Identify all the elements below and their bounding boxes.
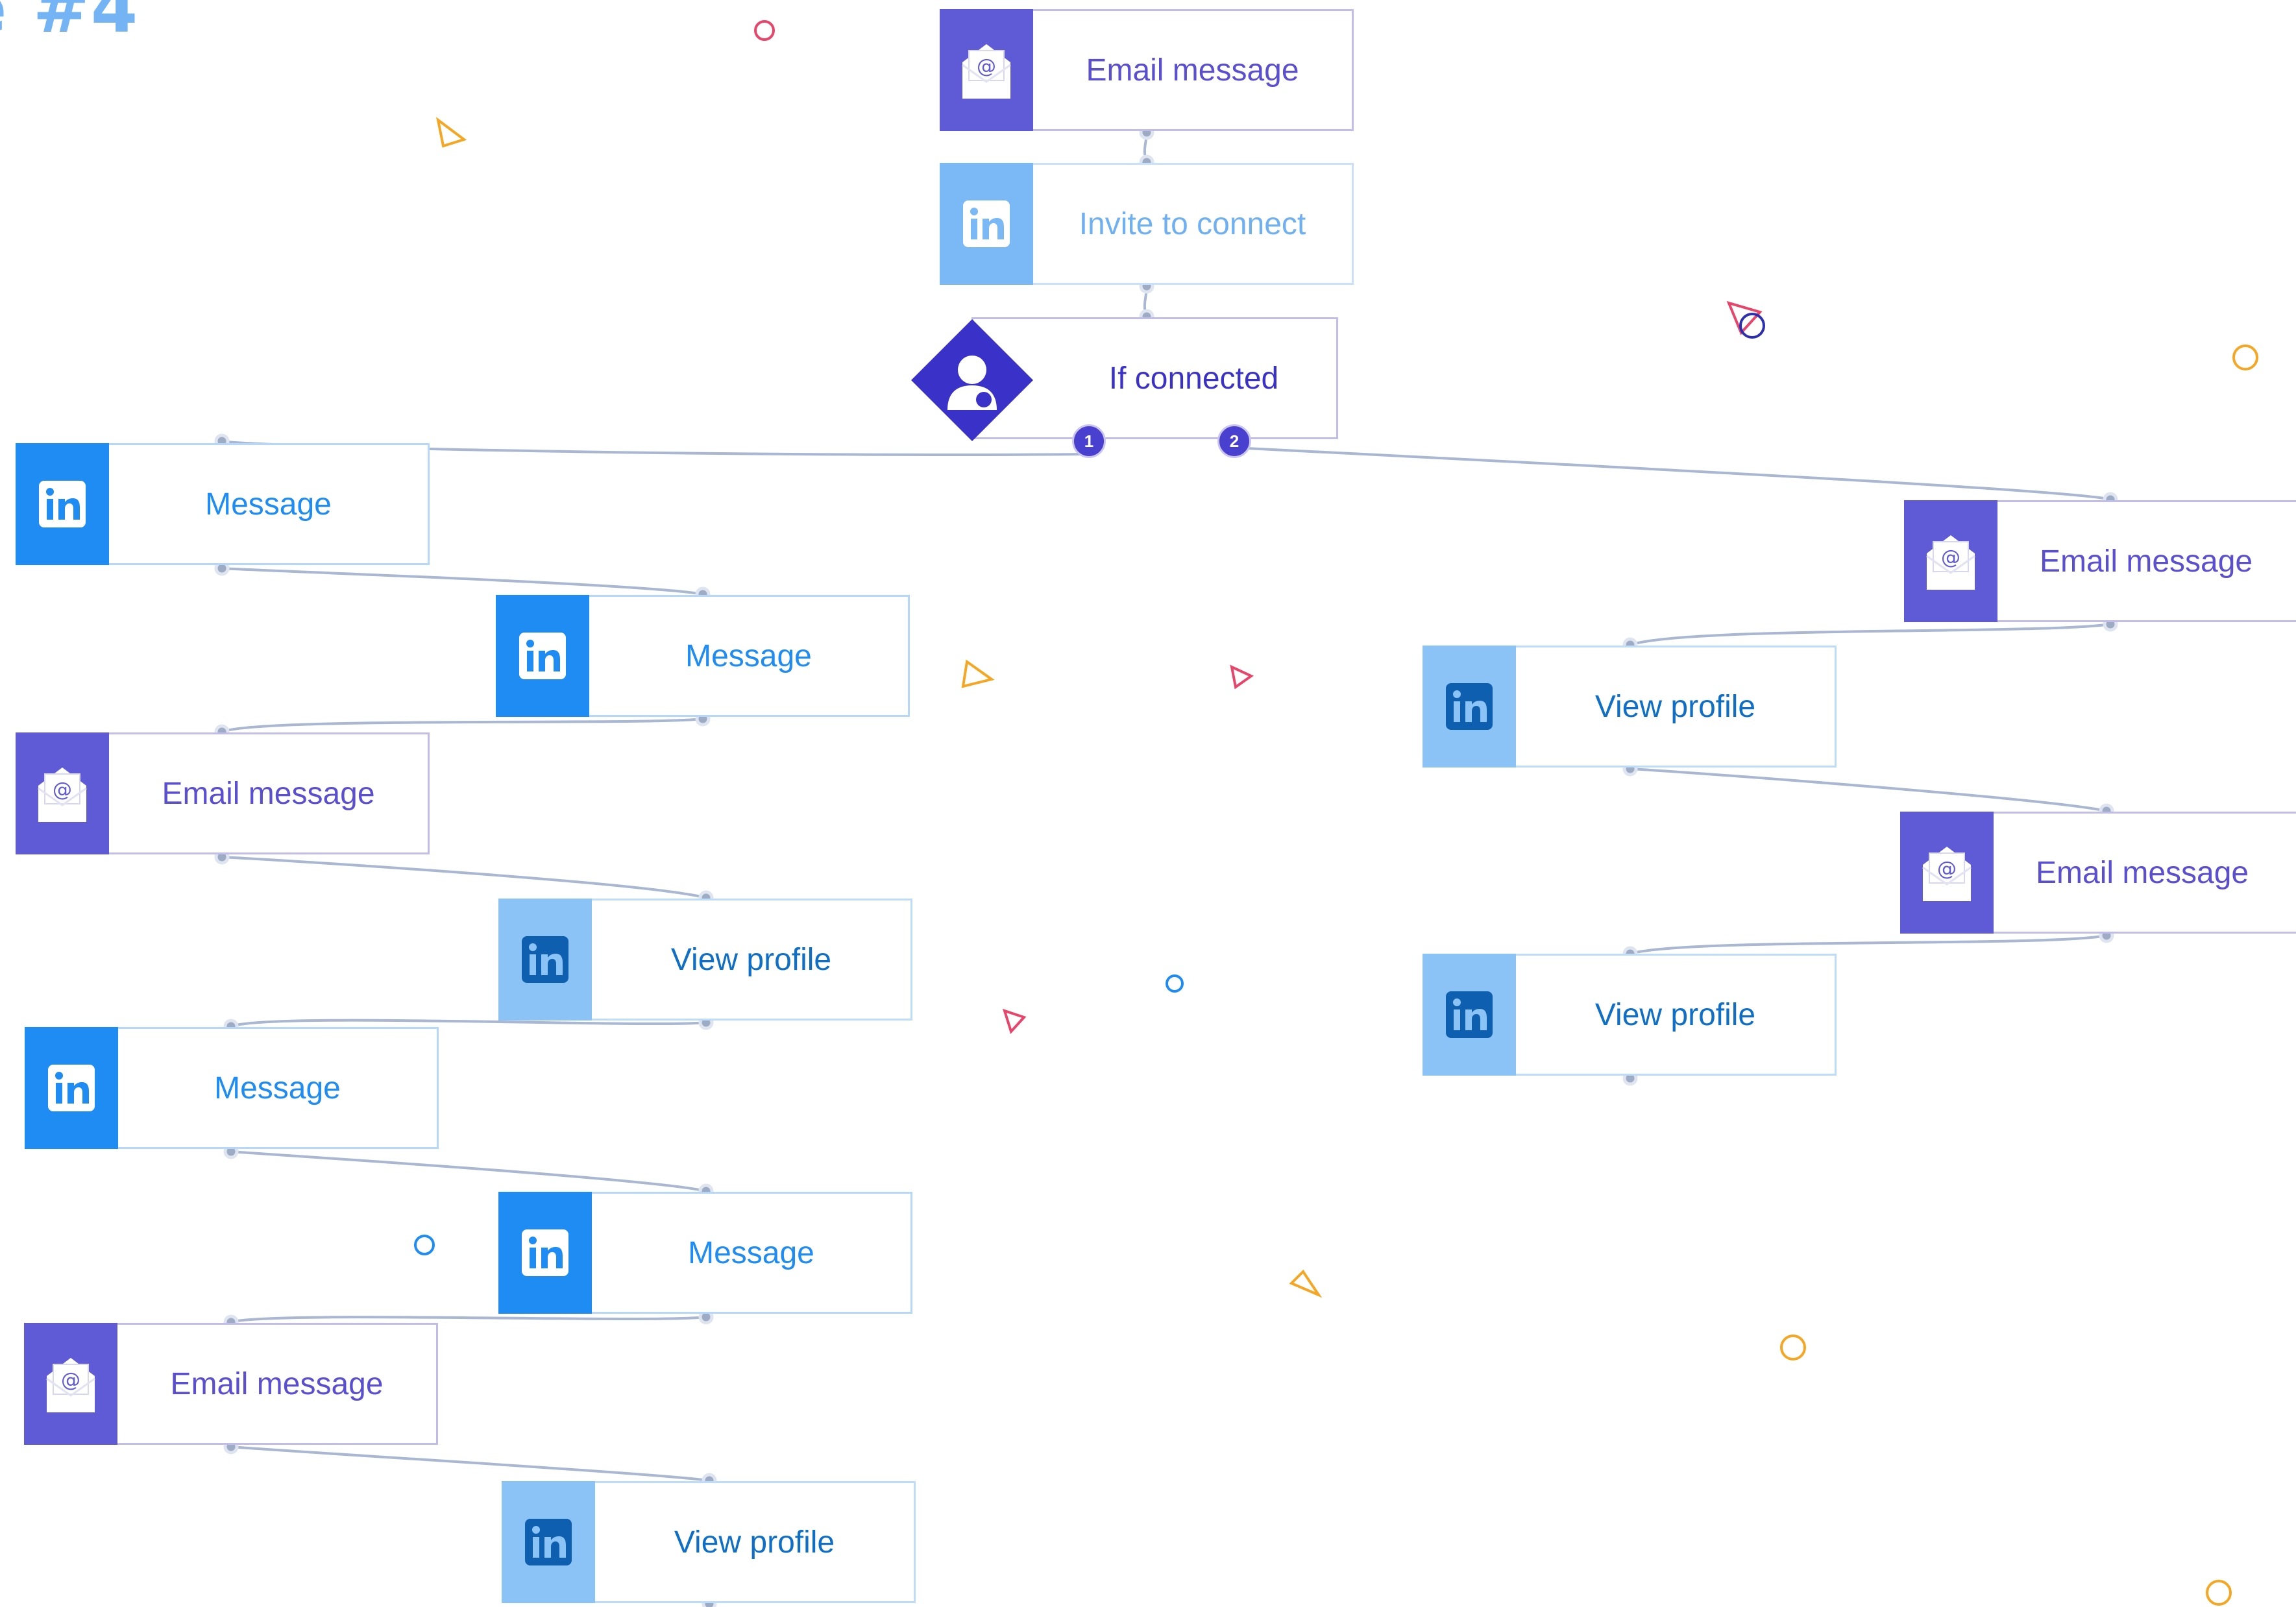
email-icon: @ — [24, 1323, 117, 1445]
node-message[interactable]: Message — [496, 595, 910, 717]
branch-badge-1[interactable]: 1 — [1072, 424, 1106, 458]
node-message[interactable]: Message — [25, 1027, 439, 1149]
connector-line — [1630, 767, 2107, 812]
node-label: Email message — [170, 1366, 384, 1401]
linkedin-icon — [498, 1192, 592, 1314]
node-email-message[interactable]: @ Email message — [1904, 500, 2296, 622]
linkedin-icon — [498, 899, 592, 1021]
node-label: View profile — [1594, 997, 1756, 1032]
linkedin-icon — [25, 1027, 118, 1149]
connector-line — [221, 856, 707, 899]
email-icon: @ — [16, 732, 109, 854]
linkedin-icon — [496, 595, 589, 717]
svg-text:@: @ — [1937, 858, 1957, 880]
email-icon: @ — [1904, 500, 1997, 622]
branch-badge-2[interactable]: 2 — [1217, 424, 1251, 458]
connector-line — [230, 1019, 707, 1028]
linkedin-icon — [1423, 954, 1516, 1076]
node-label: Email message — [2036, 855, 2249, 890]
node-view-profile[interactable]: View profile — [498, 899, 912, 1021]
node-message[interactable]: Message — [16, 443, 430, 565]
node-if-connected[interactable]: If connected 1 2 — [911, 317, 1338, 458]
node-label: View profile — [1594, 689, 1756, 724]
node-label: View profile — [674, 1525, 835, 1560]
svg-text:@: @ — [53, 779, 72, 801]
condition-diamond — [911, 319, 1033, 441]
node-view-profile[interactable]: View profile — [502, 1481, 916, 1603]
node-label: If connected — [1108, 361, 1279, 396]
node-label: Email message — [2040, 544, 2253, 579]
node-label: Email message — [162, 776, 375, 811]
email-icon: @ — [1900, 812, 1994, 934]
linkedin-icon — [502, 1481, 595, 1603]
connector-line — [1630, 934, 2107, 955]
connector-line — [1630, 623, 2111, 646]
node-message[interactable]: Message — [498, 1192, 912, 1314]
svg-text:@: @ — [61, 1369, 80, 1392]
node-label: Email message — [1086, 53, 1299, 88]
node-label: Message — [688, 1235, 814, 1270]
node-label: Message — [205, 487, 332, 522]
node-label: Message — [685, 638, 812, 673]
node-email-message[interactable]: @ Email message — [1900, 812, 2296, 934]
node-invite-to-connect[interactable]: Invite to connect — [940, 163, 1354, 285]
connector-line — [221, 718, 703, 733]
connector-line — [221, 567, 703, 596]
linkedin-icon — [940, 163, 1033, 285]
linkedin-icon — [16, 443, 109, 565]
node-label: Message — [214, 1070, 341, 1106]
connector-line — [230, 1445, 710, 1482]
node-label: View profile — [670, 942, 832, 977]
node-email-message[interactable]: @ Email message — [24, 1323, 438, 1445]
node-email-message[interactable]: @ Email message — [940, 9, 1354, 131]
svg-text:@: @ — [1941, 546, 1960, 569]
svg-text:@: @ — [977, 55, 996, 78]
connector-line — [1234, 446, 2111, 501]
email-icon: @ — [940, 9, 1033, 131]
workflow-canvas: e #4 — [0, 0, 2296, 1607]
node-view-profile[interactable]: View profile — [1423, 646, 1837, 767]
node-email-message[interactable]: @ Email message — [16, 732, 430, 854]
connector-line — [230, 1316, 707, 1323]
node-view-profile[interactable]: View profile — [1423, 954, 1837, 1076]
node-label: Invite to connect — [1079, 206, 1306, 241]
linkedin-icon — [1423, 646, 1516, 767]
connector-line — [230, 1150, 707, 1192]
